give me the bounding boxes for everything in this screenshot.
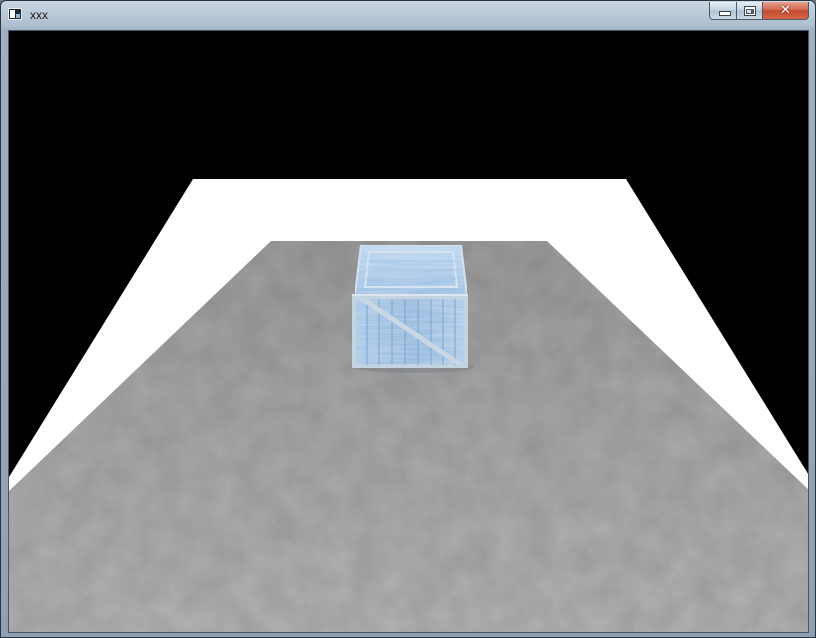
caption-buttons: ✕ xyxy=(709,2,809,21)
maximize-button[interactable] xyxy=(737,2,763,20)
maximize-icon xyxy=(744,6,756,16)
app-window: xxx ✕ xyxy=(0,0,816,638)
close-button[interactable]: ✕ xyxy=(763,2,809,20)
render-viewport[interactable] xyxy=(8,30,809,633)
close-icon: ✕ xyxy=(780,3,791,18)
3d-scene xyxy=(9,31,808,632)
wooden-crate[interactable] xyxy=(352,244,469,368)
minimize-button[interactable] xyxy=(709,2,737,20)
window-title: xxx xyxy=(30,8,48,22)
title-bar[interactable]: xxx ✕ xyxy=(1,1,815,29)
minimize-icon xyxy=(719,11,731,16)
app-window-icon[interactable] xyxy=(8,8,22,20)
